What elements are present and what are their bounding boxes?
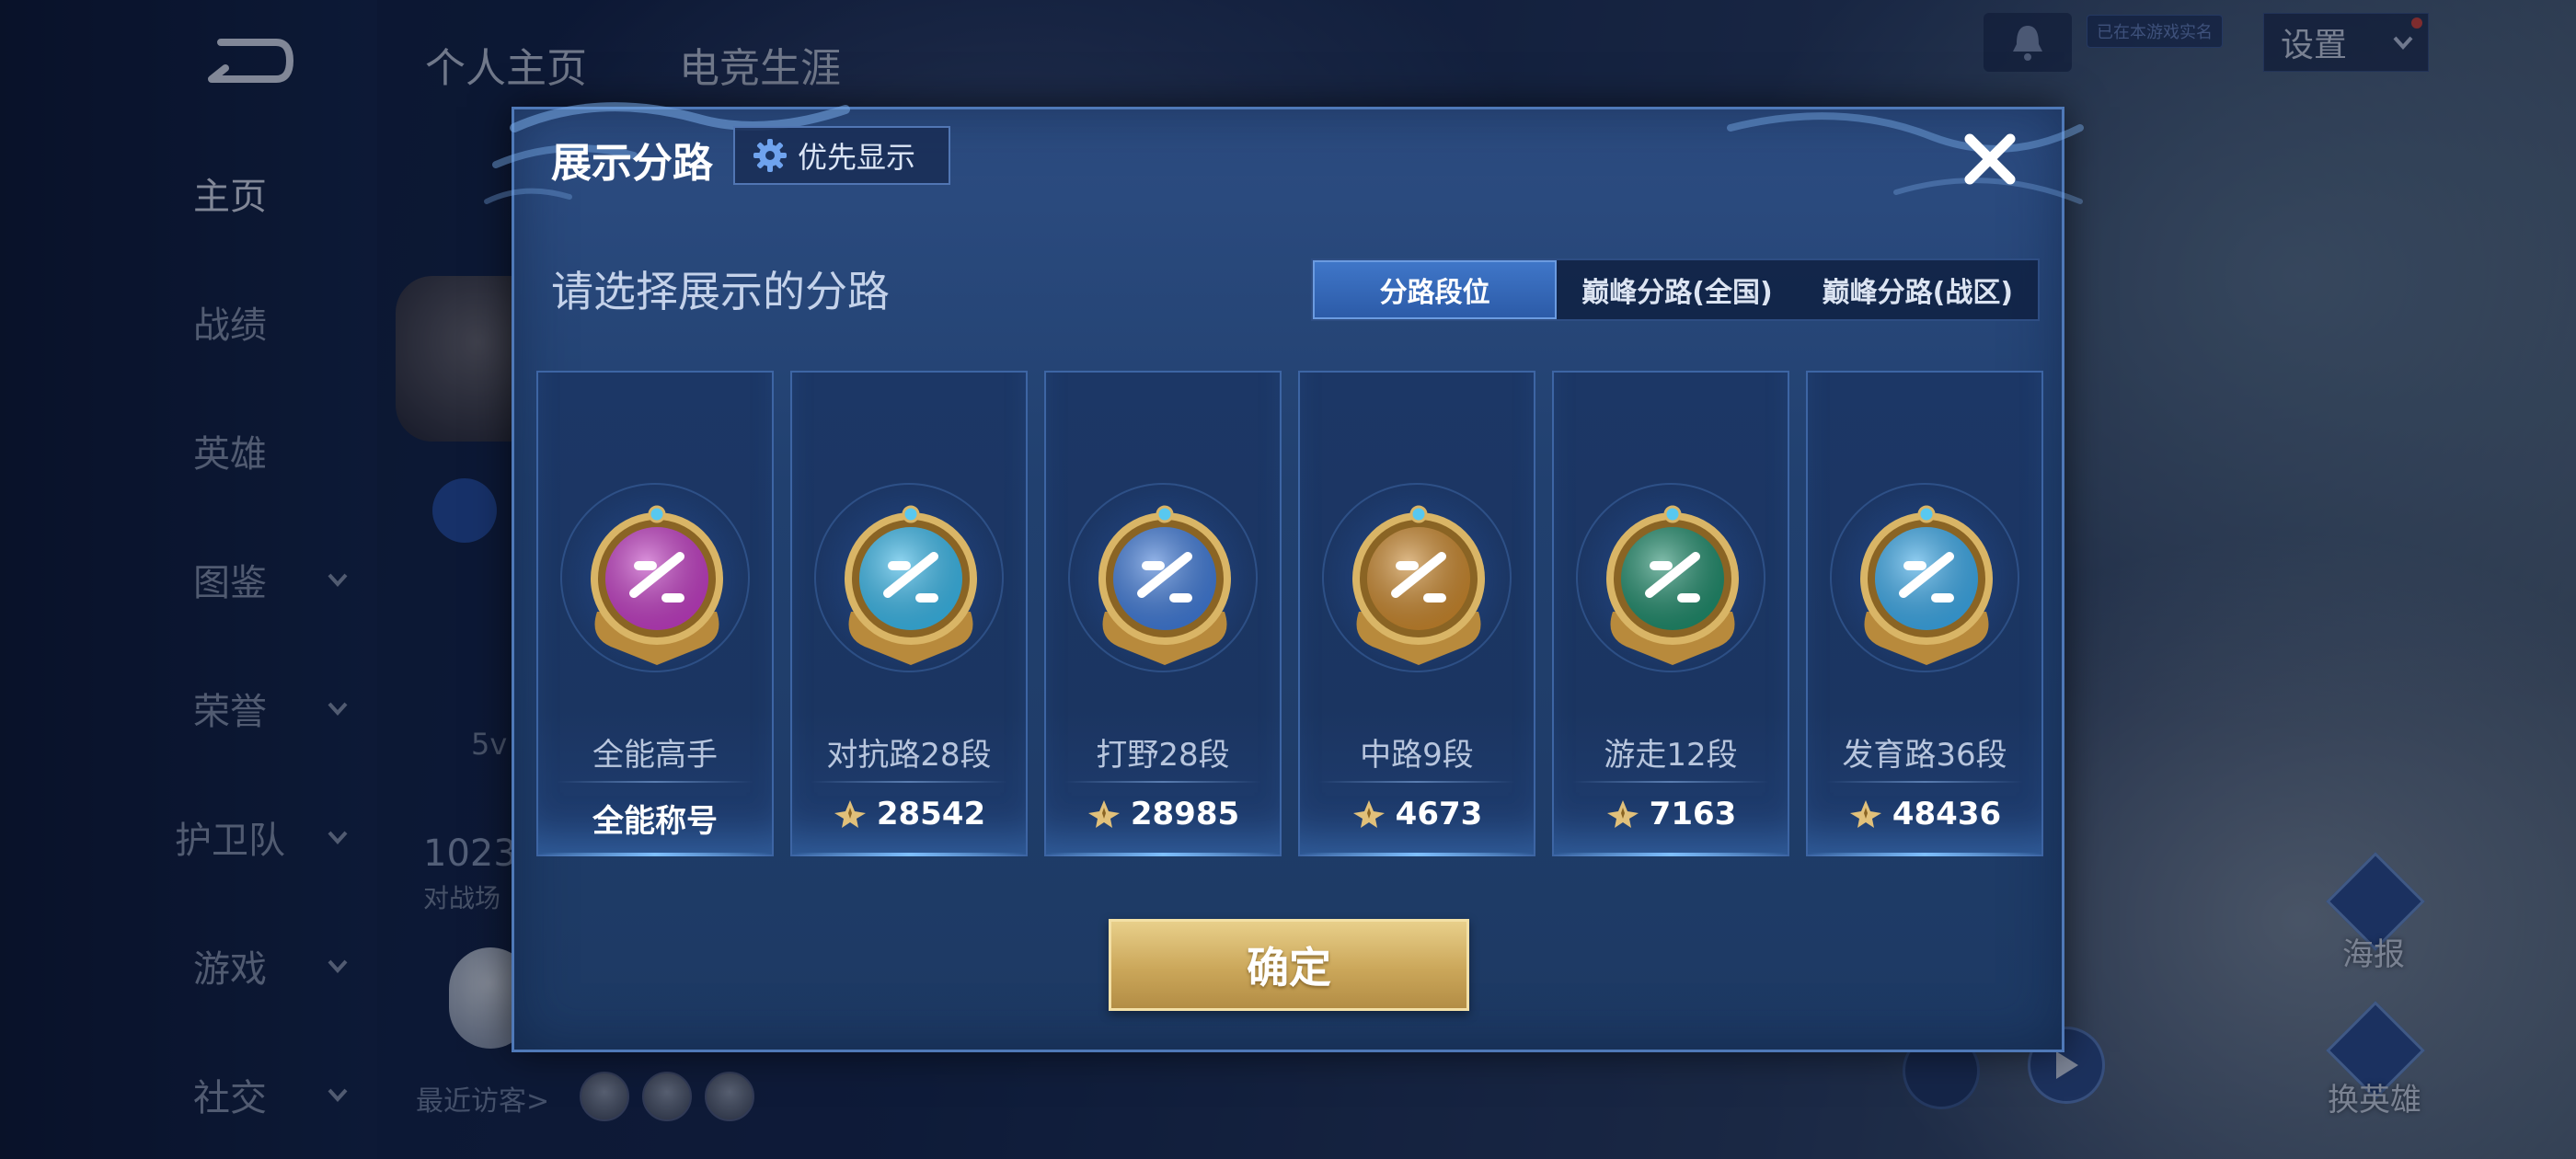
rank-points-icon — [834, 800, 866, 828]
lane-card[interactable]: 打野28段 28985 — [1044, 371, 1282, 856]
lane-score-value: 7163 — [1649, 796, 1737, 832]
lane-score: 4673 — [1300, 796, 1534, 832]
confirm-button[interactable]: 确定 — [1109, 919, 1469, 1011]
priority-display-label: 优先显示 — [798, 140, 916, 175]
lane-card[interactable]: 游走12段 7163 — [1552, 371, 1789, 856]
jungle-emblem-icon — [1098, 505, 1231, 665]
lane-rank-label: 中路9段 — [1360, 737, 1474, 774]
lane-card[interactable]: 发育路36段 48436 — [1806, 371, 2043, 856]
lane-score: 28542 — [792, 796, 1026, 832]
gear-icon — [753, 139, 787, 172]
tab-peak-lane-national[interactable]: 巅峰分路(全国) — [1557, 260, 1797, 319]
lane-card[interactable]: 中路9段 4673 — [1298, 371, 1535, 856]
lane-rank-label: 游走12段 — [1604, 737, 1738, 774]
lane-card[interactable]: 全能高手 全能称号 — [536, 371, 774, 856]
lane-score: 28985 — [1046, 796, 1280, 832]
card-bottom-glow — [1300, 853, 1534, 856]
card-bottom-glow — [1554, 853, 1788, 856]
lane-card[interactable]: 对抗路28段 28542 — [790, 371, 1028, 856]
divider — [1064, 781, 1261, 783]
lane-rank-label: 打野28段 — [1096, 737, 1230, 774]
divider — [1318, 781, 1515, 783]
lane-rank-label: 全能高手 — [592, 737, 718, 774]
lane-score: 全能称号 — [538, 796, 772, 841]
section-title: 请选择展示的分路 — [551, 267, 890, 316]
lane-cards: 全能高手 全能称号 对抗路28段 28542 打野28段 28985 中路9段 4673 游走1… — [536, 371, 2047, 856]
clash-lane-emblem-icon — [845, 505, 977, 665]
farm-lane-emblem-icon — [1860, 505, 1993, 665]
lane-score: 7163 — [1554, 796, 1788, 832]
lane-rank-label: 发育路36段 — [1842, 737, 2007, 774]
all-round-emblem-icon — [591, 505, 723, 665]
lane-score-value: 全能称号 — [592, 803, 718, 840]
dialog-title: 展示分路 — [551, 140, 713, 187]
priority-display-button[interactable]: 优先显示 — [733, 126, 950, 185]
lane-rank-label: 对抗路28段 — [826, 737, 992, 774]
card-bottom-glow — [792, 853, 1026, 856]
close-button[interactable] — [1957, 126, 2023, 192]
lane-display-dialog: 展示分路 优先显示 请选择展示的分路 分路段位 巅峰分路(全国) 巅峰分路(战区… — [484, 102, 2084, 1052]
rank-points-icon — [1849, 800, 1881, 828]
rank-points-icon — [1352, 800, 1385, 828]
rank-points-icon — [1087, 800, 1120, 828]
card-bottom-glow — [1046, 853, 1280, 856]
lane-score: 48436 — [1808, 796, 2041, 832]
tab-peak-lane-region[interactable]: 巅峰分路(战区) — [1798, 260, 2038, 319]
tab-lane-rank[interactable]: 分路段位 — [1313, 260, 1558, 319]
card-bottom-glow — [538, 853, 772, 856]
divider — [557, 781, 753, 783]
rank-points-icon — [1606, 800, 1639, 828]
lane-score-value: 48436 — [1892, 796, 2002, 832]
lane-score-value: 4673 — [1395, 796, 1483, 832]
divider — [1826, 781, 2023, 783]
lane-score-value: 28985 — [1130, 796, 1240, 832]
roam-emblem-icon — [1606, 505, 1739, 665]
lane-score-value: 28542 — [876, 796, 986, 832]
card-bottom-glow — [1808, 853, 2041, 856]
divider — [1572, 781, 1769, 783]
close-x-icon — [1964, 133, 2016, 185]
mid-lane-emblem-icon — [1352, 505, 1485, 665]
divider — [811, 781, 1007, 783]
cloud-decoration — [1727, 112, 2084, 204]
lane-type-tabs: 分路段位 巅峰分路(全国) 巅峰分路(战区) — [1311, 258, 2040, 321]
